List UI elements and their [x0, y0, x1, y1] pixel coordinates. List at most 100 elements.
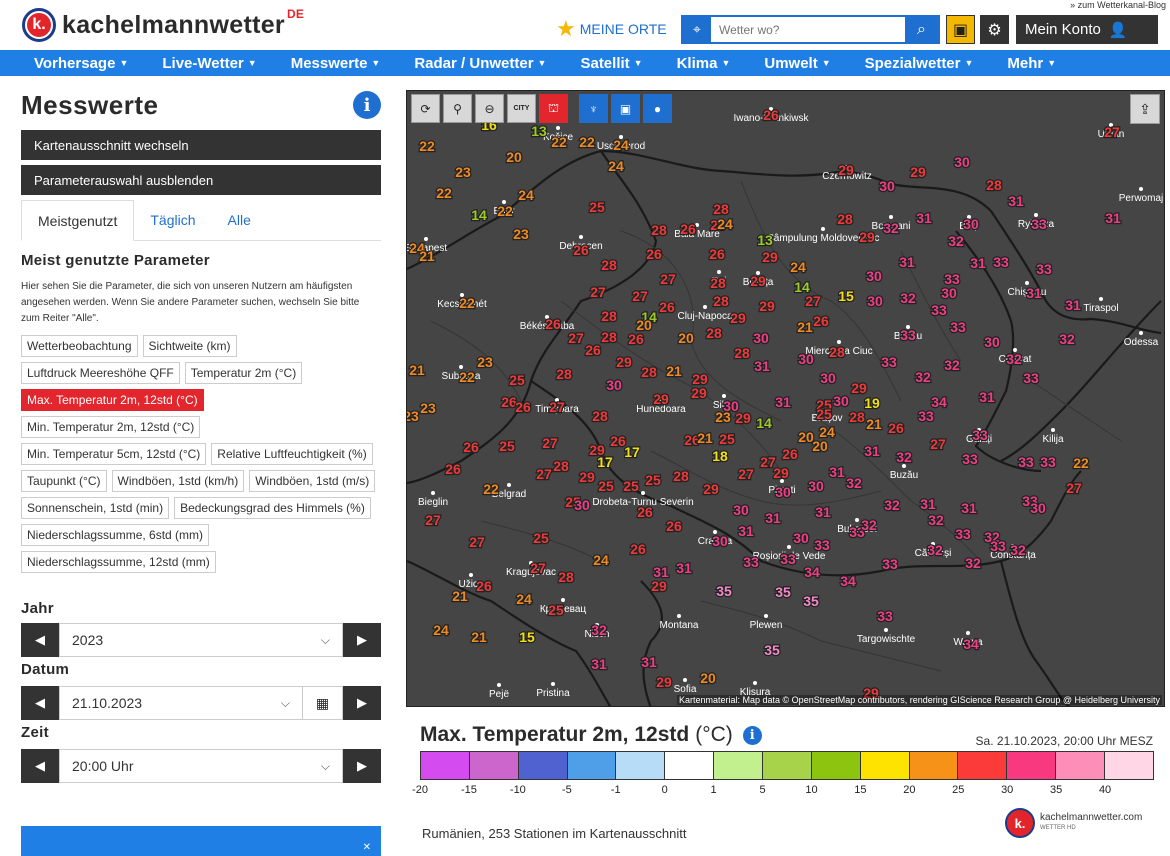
nav-item-1[interactable]: Live-Wetter ▼ — [162, 55, 256, 72]
station-value[interactable]: 27 — [468, 533, 486, 552]
station-value[interactable]: 35 — [763, 641, 781, 660]
station-value[interactable]: 29 — [652, 390, 670, 409]
station-value[interactable]: 32 — [895, 448, 913, 467]
station-value[interactable]: 30 — [940, 284, 958, 303]
station-value[interactable]: 28 — [650, 221, 668, 240]
station-value[interactable]: 32 — [926, 541, 944, 560]
station-value[interactable]: 20 — [677, 329, 695, 348]
station-value[interactable]: 33 — [949, 318, 967, 337]
station-value[interactable]: 33 — [930, 301, 948, 320]
station-value[interactable]: 26 — [679, 220, 697, 239]
station-value[interactable]: 22 — [496, 202, 514, 221]
station-value[interactable]: 28 — [836, 210, 854, 229]
station-value[interactable]: 30 — [983, 333, 1001, 352]
station-value[interactable]: 23 — [714, 408, 732, 427]
station-value[interactable]: 20 — [505, 148, 523, 167]
station-value[interactable]: 27 — [737, 465, 755, 484]
station-value[interactable]: 22 — [550, 133, 568, 152]
station-value[interactable]: 35 — [715, 582, 733, 601]
station-value[interactable]: 26 — [444, 460, 462, 479]
station-value[interactable]: 28 — [712, 292, 730, 311]
station-value[interactable]: 31 — [1007, 192, 1025, 211]
app-icon[interactable]: ▣ — [946, 15, 975, 44]
station-value[interactable]: 30 — [605, 376, 623, 395]
station-value[interactable]: 22 — [458, 368, 476, 387]
station-value[interactable]: 29 — [909, 163, 927, 182]
tab-1[interactable]: Täglich — [134, 200, 211, 240]
station-value[interactable]: 33 — [1039, 453, 1057, 472]
station-value[interactable]: 28 — [557, 568, 575, 587]
station-value[interactable]: 33 — [1035, 260, 1053, 279]
station-value[interactable]: 31 — [978, 388, 996, 407]
station-value[interactable]: 17 — [596, 453, 614, 472]
station-value[interactable]: 26 — [636, 503, 654, 522]
station-value[interactable]: 32 — [860, 516, 878, 535]
station-value[interactable]: 33 — [971, 426, 989, 445]
tab-2[interactable]: Alle — [212, 200, 267, 240]
param-button[interactable]: Temperatur 2m (°C) — [184, 362, 303, 384]
param-button[interactable]: Relative Luftfeuchtigkeit (%) — [211, 443, 373, 465]
station-value[interactable]: 20 — [811, 437, 829, 456]
station-value[interactable]: 33 — [989, 537, 1007, 556]
station-value[interactable]: 33 — [961, 450, 979, 469]
station-value[interactable]: 27 — [1103, 123, 1121, 142]
station-value[interactable]: 27 — [529, 559, 547, 578]
station-value[interactable]: 25 — [508, 371, 526, 390]
station-value[interactable]: 25 — [588, 198, 606, 217]
station-value[interactable]: 31 — [764, 509, 782, 528]
station-value[interactable]: 29 — [749, 272, 767, 291]
station-value[interactable]: 24 — [612, 136, 630, 155]
next-year-button[interactable]: ▶ — [343, 623, 381, 657]
station-value[interactable]: 21 — [451, 587, 469, 606]
station-value[interactable]: 30 — [752, 329, 770, 348]
param-button[interactable]: Niederschlagssumme, 6std (mm) — [21, 524, 210, 546]
station-value[interactable]: 33 — [954, 525, 972, 544]
zoom-out-icon[interactable]: ⊖ — [475, 94, 504, 123]
station-value[interactable]: 28 — [712, 200, 730, 219]
station-value[interactable]: 24 — [592, 551, 610, 570]
close-icon[interactable]: ✕ — [363, 842, 371, 853]
share-icon[interactable]: ⇪ — [1130, 94, 1160, 124]
station-value[interactable]: 32 — [964, 554, 982, 573]
account-button[interactable]: Mein Konto 👤 — [1016, 15, 1158, 44]
station-value[interactable]: 28 — [555, 365, 573, 384]
station-value[interactable]: 33 — [881, 555, 899, 574]
weather-map[interactable]: Iwano-Frankiwsk Uman Košice Uschhorod Czerno… — [406, 90, 1165, 707]
station-value[interactable]: 33 — [742, 553, 760, 572]
station-value[interactable]: 30 — [774, 483, 792, 502]
station-value[interactable]: 21 — [418, 247, 436, 266]
station-value[interactable]: 28 — [591, 407, 609, 426]
station-value[interactable]: 31 — [1025, 284, 1043, 303]
station-value[interactable]: 30 — [878, 177, 896, 196]
station-value[interactable]: 26 — [584, 341, 602, 360]
station-value[interactable]: 26 — [514, 398, 532, 417]
refresh-icon[interactable]: ⟳ — [411, 94, 440, 123]
location-pin-icon[interactable]: ⌖ — [683, 17, 711, 42]
station-value[interactable]: 31 — [960, 499, 978, 518]
station-value[interactable]: 13 — [530, 122, 548, 141]
station-value[interactable]: 32 — [845, 474, 863, 493]
station-value[interactable]: 31 — [1064, 296, 1082, 315]
station-value[interactable]: 24 — [432, 621, 450, 640]
nav-item-5[interactable]: Klima ▼ — [677, 55, 731, 72]
gear-icon[interactable]: ⚙ — [980, 15, 1009, 44]
station-value[interactable]: 27 — [804, 292, 822, 311]
station-value[interactable]: 27 — [424, 511, 442, 530]
tower-icon[interactable]: ♆ — [579, 94, 608, 123]
hide-params-button[interactable]: Parameterauswahl ausblenden — [21, 165, 381, 195]
station-value[interactable]: 35 — [774, 583, 792, 602]
station-value[interactable]: 22 — [578, 133, 596, 152]
station-value[interactable]: 20 — [699, 669, 717, 688]
station-value[interactable]: 30 — [962, 215, 980, 234]
station-value[interactable]: 27 — [535, 465, 553, 484]
station-value[interactable]: 14 — [755, 414, 773, 433]
station-value[interactable]: 31 — [640, 653, 658, 672]
station-value[interactable]: 30 — [832, 392, 850, 411]
station-value[interactable]: 26 — [665, 517, 683, 536]
param-button[interactable]: Luftdruck Meereshöhe QFF — [21, 362, 180, 384]
station-value[interactable]: 28 — [600, 328, 618, 347]
blog-link[interactable]: » zum Wetterkanal-Blog — [1070, 0, 1166, 10]
time-select[interactable]: 20:00 Uhr ⌵ — [59, 749, 343, 783]
station-value[interactable]: 25 — [547, 601, 565, 620]
station-value[interactable]: 29 — [858, 228, 876, 247]
